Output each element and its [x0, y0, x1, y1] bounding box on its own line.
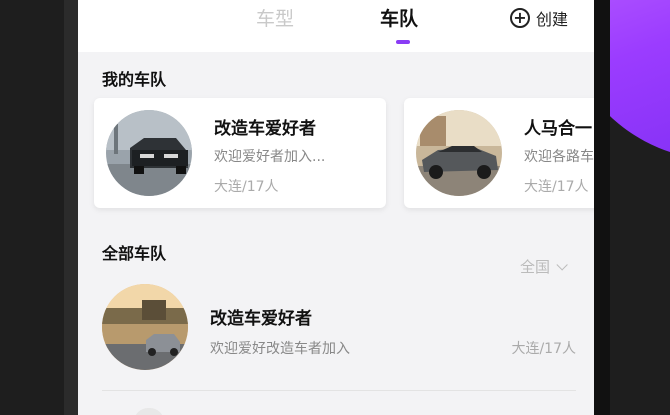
my-teams-heading: 我的车队 [102, 70, 167, 89]
top-tab-bar: 车型 车队 + 创建 [78, 0, 594, 52]
team-avatar [416, 110, 502, 196]
list-divider [102, 390, 576, 391]
team-location-members: 大连/17人 [524, 179, 589, 195]
all-teams-heading: 全部车队 [102, 244, 167, 263]
region-label: 全国 [520, 258, 551, 276]
active-tab-indicator [396, 40, 410, 44]
phone-bezel-left [64, 0, 78, 415]
team-name: 改造车爱好者 [214, 119, 316, 139]
team-avatar-partial [134, 408, 164, 415]
create-button[interactable]: + 创建 [510, 6, 568, 30]
tab-team[interactable]: 车队 [380, 4, 418, 31]
screen: 车型 车队 + 创建 我的车队 改造车爱好者 欢迎爱好者加入... 大连/17人… [0, 0, 670, 415]
tab-car-type[interactable]: 车型 [256, 4, 294, 31]
create-label: 创建 [536, 10, 569, 29]
team-location-members: 大连/17人 [214, 179, 279, 195]
chevron-down-icon [556, 258, 568, 271]
team-description: 欢迎各路车 [524, 149, 594, 165]
team-list-item[interactable]: 改造车爱好者 欢迎爱好改造车者加入 大连/17人 [78, 282, 594, 392]
my-team-card[interactable]: 改造车爱好者 欢迎爱好者加入... 大连/17人 [94, 98, 386, 208]
region-filter[interactable]: 全国 [520, 256, 568, 277]
team-description: 欢迎爱好者加入... [214, 149, 326, 165]
my-team-card[interactable]: 人马合一 欢迎各路车 大连/17人 [404, 98, 594, 208]
team-description: 欢迎爱好改造车者加入 [210, 341, 350, 357]
team-name: 改造车爱好者 [210, 309, 312, 329]
phone-bezel-right [594, 0, 610, 415]
plus-circle-icon: + [510, 8, 530, 28]
app-screen: 车型 车队 + 创建 我的车队 改造车爱好者 欢迎爱好者加入... 大连/17人… [78, 0, 594, 415]
team-location-members: 大连/17人 [511, 341, 576, 357]
team-avatar [106, 110, 192, 196]
team-avatar [102, 284, 188, 370]
team-name: 人马合一 [524, 119, 592, 139]
